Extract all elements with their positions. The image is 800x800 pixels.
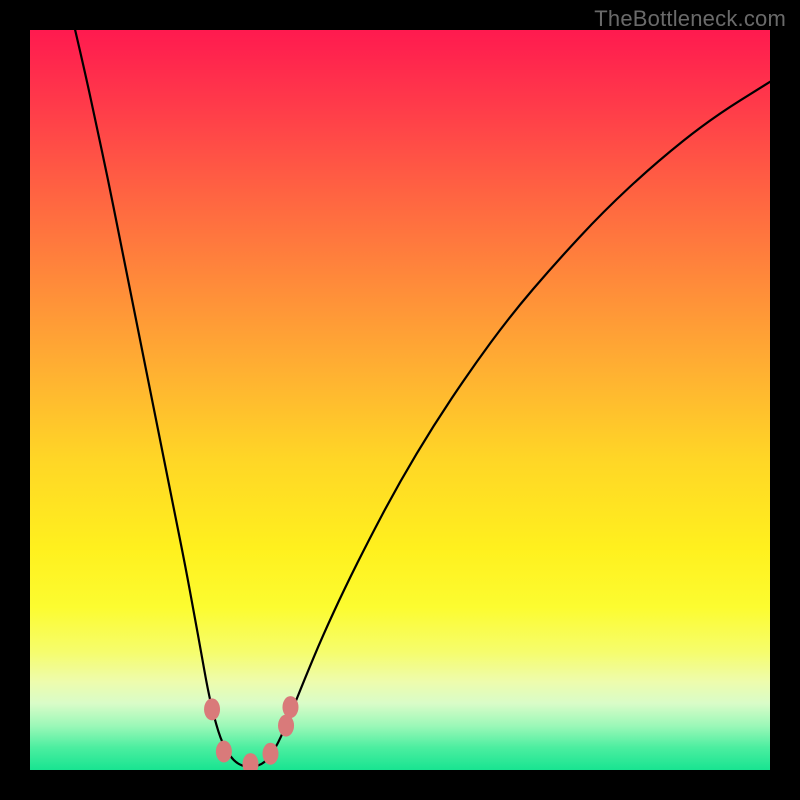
data-marker <box>216 741 232 763</box>
data-marker <box>282 696 298 718</box>
data-marker <box>243 753 259 770</box>
chart-frame: TheBottleneck.com <box>0 0 800 800</box>
watermark-text: TheBottleneck.com <box>594 6 786 32</box>
curve-svg <box>30 30 770 770</box>
plot-area <box>30 30 770 770</box>
data-marker <box>204 698 220 720</box>
bottleneck-curve <box>75 30 770 767</box>
data-marker <box>263 743 279 765</box>
